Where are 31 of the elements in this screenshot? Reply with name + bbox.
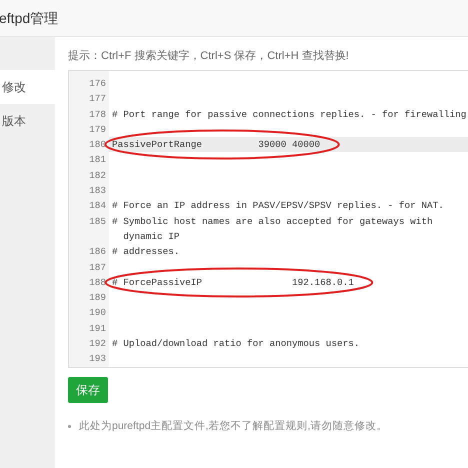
- line-number: 188: [89, 276, 106, 288]
- line-number: 190: [89, 307, 106, 318]
- line-number: 185: [89, 216, 106, 227]
- line-number: 178: [89, 108, 106, 120]
- line-number: 184: [89, 200, 106, 212]
- code-editor[interactable]: [68, 70, 468, 368]
- line-number: 189: [89, 292, 106, 304]
- line-number: 192: [89, 338, 106, 350]
- line-number: 176: [89, 78, 106, 89]
- code-text: # Symbolic host names are also accepted for gateways with dynamic IP: [112, 216, 434, 242]
- code-text: PassivePortRange 39000 40000: [112, 139, 320, 150]
- line-number: 183: [89, 185, 106, 196]
- line-number: 193: [89, 353, 106, 364]
- line-number: 187: [89, 262, 106, 273]
- code-text: # Force an IP address in PASV/EPSV/SPSV replies. - for NAT.: [112, 200, 444, 212]
- hint-text: 提示：Ctrl+F 搜索关键字，Ctrl+S 保存，Ctrl+H 查找替换!: [68, 48, 350, 64]
- code-text: # Port range for passive connections replies. - for firewalling: [112, 108, 466, 120]
- line-number: 182: [89, 170, 106, 181]
- line-number: 180: [89, 139, 106, 150]
- line-number: 177: [89, 93, 106, 104]
- line-number: 191: [89, 322, 106, 334]
- line-number: 186: [89, 246, 106, 258]
- code-text: # addresses.: [112, 246, 180, 258]
- line-number: 179: [89, 124, 106, 135]
- sidebar-item[interactable]: 版本: [0, 104, 55, 138]
- line-number: 181: [89, 154, 106, 166]
- code-text: # ForcePassiveIP 192.168.0.1: [112, 276, 354, 288]
- note-text: 此处为pureftpd主配置文件,若您不了解配置规则,请勿随意修改。: [79, 419, 388, 434]
- sidebar-item[interactable]: 修改: [0, 70, 55, 104]
- bullet-icon: [68, 425, 71, 428]
- code-text: # Upload/download ratio for anonymous users.: [112, 338, 360, 350]
